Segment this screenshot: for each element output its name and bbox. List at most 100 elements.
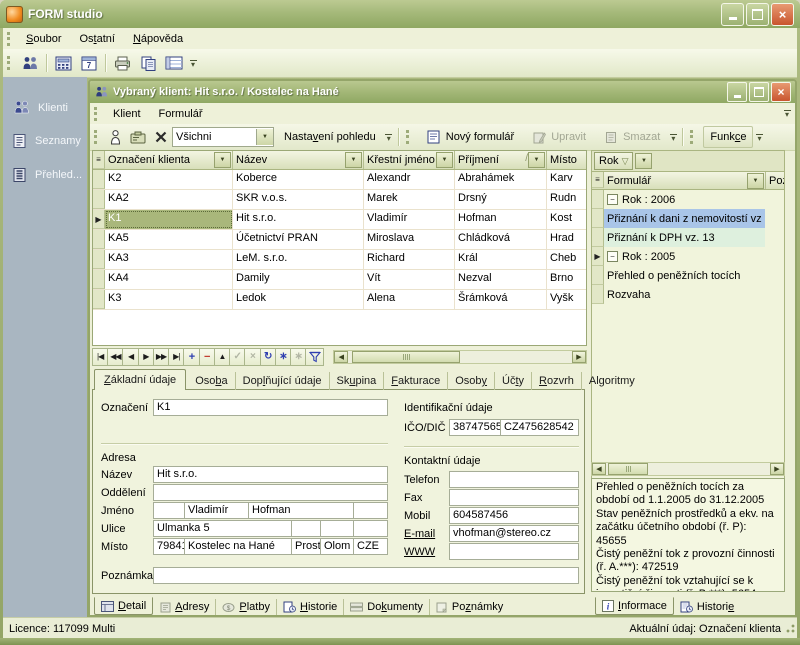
client-minimize-button[interactable]: [727, 82, 747, 102]
new-form-button[interactable]: Nový formulář: [419, 126, 521, 148]
cell-prijmeni[interactable]: Chládková: [455, 230, 547, 249]
email-field[interactable]: vhofman@stereo.cz: [449, 525, 579, 542]
navigator-delete-button[interactable]: −: [199, 348, 215, 366]
table-row-selected[interactable]: ▶ K1Hit s.r.o.VladimírHofmanKost: [93, 210, 586, 230]
sidebar-item-prehledy[interactable]: Přehled...: [3, 158, 87, 192]
view-settings-button[interactable]: Nastavení pohledu: [277, 126, 383, 148]
cell-nazev[interactable]: Ledok: [233, 290, 364, 309]
titul-za-field[interactable]: [353, 502, 388, 519]
navigator-prior-button[interactable]: ◀: [122, 348, 138, 366]
oddeleni-field[interactable]: [153, 484, 388, 501]
www-field[interactable]: [449, 543, 579, 560]
cell-misto[interactable]: Karv: [547, 170, 586, 189]
tab-algoritmy[interactable]: Algoritmy: [582, 372, 642, 390]
scrollbar-thumb[interactable]: [352, 351, 460, 363]
ulice-extra-field[interactable]: [353, 520, 388, 537]
oznaceni-field[interactable]: K1: [153, 399, 388, 416]
tab-detail[interactable]: Detail: [94, 597, 153, 615]
menubar-grip[interactable]: [94, 107, 100, 121]
navigator-insert-button[interactable]: +: [183, 348, 199, 366]
cell-misto[interactable]: Cheb: [547, 250, 586, 269]
toolbar-grip[interactable]: [94, 130, 100, 144]
tab-osoby[interactable]: Osoby: [448, 372, 495, 390]
collapse-icon[interactable]: −: [607, 194, 618, 205]
prijmeni-field[interactable]: Hofman: [248, 502, 354, 519]
tab-historie[interactable]: Historie: [277, 599, 344, 615]
tab-doplnujici-udaje[interactable]: Doplňující údaje: [236, 372, 330, 390]
client-toolbar-button[interactable]: [104, 125, 126, 149]
cell-nazev[interactable]: Hit s.r.o.: [233, 210, 364, 229]
tab-poznamky[interactable]: Poznámky: [430, 599, 509, 615]
column-filter-button[interactable]: ▼: [528, 152, 545, 168]
stat-field[interactable]: CZE: [353, 538, 388, 555]
tab-ucty[interactable]: Účty: [495, 372, 532, 390]
tab-osoba[interactable]: Osoba: [188, 372, 235, 390]
column-header-oznaceni-klienta[interactable]: Označení klienta▼: [105, 151, 233, 169]
cell-oznaceni[interactable]: K3: [105, 290, 233, 309]
toolbar-overflow-button[interactable]: ▾: [187, 52, 199, 74]
group-field-rok-button[interactable]: Rok ▽: [594, 152, 633, 170]
cell-krestni[interactable]: Marek: [364, 190, 455, 209]
menubar-grip[interactable]: [7, 32, 13, 46]
okres-field[interactable]: Prost: [291, 538, 321, 555]
navigator-bookmark-set-button[interactable]: ∗: [275, 348, 291, 366]
cell-oznaceni[interactable]: KA4: [105, 270, 233, 289]
navigator-last-button[interactable]: ▶|: [168, 348, 184, 366]
minimize-button[interactable]: [721, 3, 744, 26]
column-filter-button[interactable]: ▼: [345, 152, 362, 168]
navigator-post-button[interactable]: ✓: [229, 348, 245, 366]
cell-misto[interactable]: Hrad: [547, 230, 586, 249]
menu-soubor[interactable]: Soubor: [17, 30, 70, 48]
cell-nazev[interactable]: SKR v.o.s.: [233, 190, 364, 209]
functions-button[interactable]: Funkce: [703, 126, 753, 148]
tree-item-row[interactable]: Rozvaha: [592, 285, 784, 304]
cislo-popisne-field[interactable]: [291, 520, 321, 537]
view-filter-combo[interactable]: Všichni ▼: [172, 127, 274, 147]
menu-formular[interactable]: Formulář: [150, 105, 212, 123]
card-toolbar-button[interactable]: [126, 125, 150, 149]
tab-informace[interactable]: i Informace: [595, 597, 674, 615]
cell-krestni[interactable]: Richard: [364, 250, 455, 269]
scroll-right-button[interactable]: ▶: [770, 463, 784, 475]
toolbar-grip[interactable]: [406, 130, 412, 144]
delete-client-toolbar-button[interactable]: [150, 125, 172, 149]
delete-form-button[interactable]: Smazat: [596, 126, 667, 148]
cell-prijmeni[interactable]: Abrahámek: [455, 170, 547, 189]
toolbar-overflow-button[interactable]: ▾: [753, 126, 765, 148]
cell-prijmeni[interactable]: Hofman: [455, 210, 547, 229]
client-close-button[interactable]: ×: [771, 82, 791, 102]
resize-grip[interactable]: [784, 622, 796, 634]
dic-field[interactable]: CZ475628542: [500, 419, 579, 436]
cell-misto[interactable]: Kost: [547, 210, 586, 229]
scrollbar-thumb[interactable]: [608, 463, 648, 475]
cell-prijmeni[interactable]: Nezval: [455, 270, 547, 289]
tree-group-row[interactable]: −Rok : 2006: [592, 190, 784, 209]
cell-oznaceni[interactable]: KA5: [105, 230, 233, 249]
cell-krestni[interactable]: Vít: [364, 270, 455, 289]
navigator-edit-button[interactable]: ▲: [214, 348, 230, 366]
calculator-toolbar-button[interactable]: [50, 51, 76, 75]
table-row[interactable]: KA4DamilyVítNezvalBrno: [93, 270, 586, 290]
navigator-first-button[interactable]: |◀: [92, 348, 108, 366]
toolbar-grip[interactable]: [7, 56, 13, 70]
column-filter-button[interactable]: ▼: [436, 152, 453, 168]
menu-klient[interactable]: Klient: [104, 105, 150, 123]
cell-oznaceni[interactable]: KA2: [105, 190, 233, 209]
column-header-poznamka[interactable]: Poznámka: [766, 172, 784, 189]
cell-nazev[interactable]: Koberce: [233, 170, 364, 189]
cell-nazev[interactable]: Účetnictví PRAN: [233, 230, 364, 249]
print-toolbar-button[interactable]: [109, 51, 135, 75]
sidebar-item-seznamy[interactable]: Seznamy: [3, 124, 87, 158]
scroll-left-button[interactable]: ◀: [592, 463, 606, 475]
cell-oznaceni[interactable]: KA3: [105, 250, 233, 269]
cell-krestni[interactable]: Alena: [364, 290, 455, 309]
forms-horizontal-scrollbar[interactable]: ◀ ▶: [591, 462, 785, 476]
forms-toolbar-button[interactable]: 7: [76, 51, 102, 75]
tree-item-row-highlight[interactable]: Přiznání k DPH vz. 13: [592, 228, 784, 247]
cell-krestni[interactable]: Vladimír: [364, 210, 455, 229]
cislo-orientacni-field[interactable]: [320, 520, 354, 537]
tab-dokumenty[interactable]: Dokumenty: [344, 599, 430, 615]
kraj-field[interactable]: Olom: [320, 538, 354, 555]
ico-field[interactable]: 38747565: [449, 419, 501, 436]
misto-field[interactable]: Kostelec na Hané: [184, 538, 292, 555]
